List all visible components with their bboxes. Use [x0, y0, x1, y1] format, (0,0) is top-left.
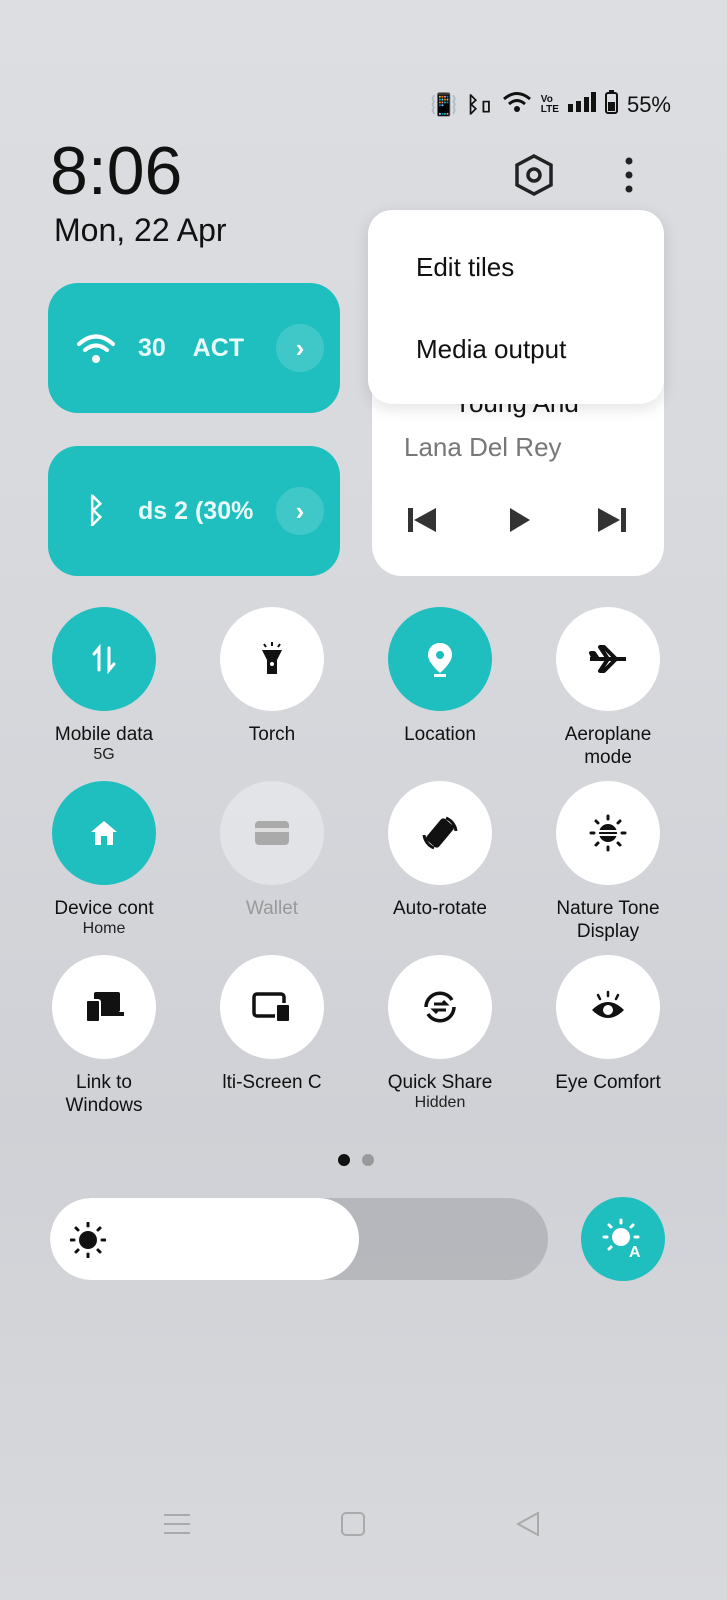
tile-home[interactable]: Device cont Home: [24, 781, 184, 938]
back-triangle-icon: [515, 1511, 539, 1537]
mobile-data-icon-button[interactable]: [52, 607, 156, 711]
tile-label: Eye Comfort: [555, 1072, 661, 1093]
multi-screen-icon-button[interactable]: [220, 955, 324, 1059]
tile-label: Link to Windows: [65, 1072, 143, 1116]
volte-icon: Vo LTE: [540, 94, 559, 115]
tile-label: lti-Screen C: [222, 1072, 322, 1093]
tile-auto-rotate[interactable]: Auto-rotate: [360, 781, 520, 920]
tile-mobile-data[interactable]: Mobile data 5G: [24, 607, 184, 764]
tile-sublabel: Hidden: [414, 1094, 466, 1111]
multi-screen-icon: [252, 992, 291, 1023]
signal-icon: [567, 92, 596, 118]
svg-text:A: A: [629, 1244, 641, 1261]
torch-icon-button[interactable]: [220, 607, 324, 711]
tile-label: Nature Tone Display: [556, 898, 660, 942]
battery-icon: [604, 90, 618, 120]
auto-brightness-button[interactable]: A: [581, 1197, 665, 1281]
previous-button[interactable]: [408, 506, 438, 539]
home-square-icon: [341, 1512, 365, 1536]
play-icon: [510, 508, 530, 532]
airplane-icon: [589, 645, 626, 673]
quick-share-icon: [424, 991, 456, 1023]
tile-quick-share[interactable]: Quick Share Hidden: [360, 955, 520, 1112]
tile-torch[interactable]: Torch: [192, 607, 352, 746]
wallet-icon: [255, 821, 289, 845]
recents-button[interactable]: [164, 1512, 190, 1541]
airplane-icon-button[interactable]: [556, 607, 660, 711]
skip-previous-icon: [408, 508, 436, 532]
overflow-menu: Edit tiles Media output: [368, 210, 664, 404]
auto-rotate-icon: [422, 816, 458, 850]
tile-label: Device cont: [54, 898, 154, 919]
home-icon: [91, 821, 117, 845]
mobile-data-icon: [92, 644, 116, 674]
tile-label: Wallet: [245, 898, 299, 919]
home-icon-button[interactable]: [52, 781, 156, 885]
bluetooth-icon: ᛒ▯: [466, 92, 493, 117]
wallet-icon-button[interactable]: [220, 781, 324, 885]
menu-item-media-output[interactable]: Media output: [416, 334, 566, 365]
page-indicator-2[interactable]: [362, 1154, 374, 1166]
quick-share-icon-button[interactable]: [388, 955, 492, 1059]
link-to-windows-icon: [85, 992, 124, 1023]
bluetooth-icon: ᛒ: [85, 491, 107, 530]
tile-label: Torch: [248, 724, 296, 745]
tile-wallet[interactable]: Wallet: [192, 781, 352, 920]
tile-nature-tone[interactable]: Nature Tone Display: [528, 781, 688, 943]
auto-rotate-icon-button[interactable]: [388, 781, 492, 885]
link-to-windows-icon-button[interactable]: [52, 955, 156, 1059]
gear-icon: [515, 154, 553, 196]
more-options-button[interactable]: [624, 157, 634, 198]
media-artist: Lana Del Rey: [404, 432, 562, 462]
nature-tone-icon: [589, 814, 627, 852]
bluetooth-details-button[interactable]: ›: [276, 487, 324, 535]
bluetooth-tile[interactable]: ᛒ ds 2 (30% ›: [48, 446, 340, 576]
tile-location[interactable]: Location: [360, 607, 520, 746]
location-icon: [428, 643, 452, 677]
eye-icon: [592, 990, 624, 1018]
eye-icon-button[interactable]: [556, 955, 660, 1059]
back-button[interactable]: [515, 1511, 540, 1541]
home-button[interactable]: [341, 1512, 365, 1541]
wifi-tile[interactable]: 30 ACT ›: [48, 283, 340, 413]
bluetooth-device-name: ds 2 (30%: [138, 496, 254, 525]
tile-sublabel: 5G: [93, 746, 115, 763]
wifi-icon: [77, 334, 115, 363]
clock[interactable]: 8:06: [50, 132, 182, 210]
settings-button[interactable]: [514, 154, 554, 201]
menu-item-edit-tiles[interactable]: Edit tiles: [416, 252, 514, 283]
tile-label: Mobile data: [54, 724, 154, 745]
next-button[interactable]: [598, 506, 628, 539]
tile-label: Aeroplane mode: [564, 724, 652, 768]
wifi-network-name: 30 ACT: [138, 333, 245, 362]
tile-multi-screen[interactable]: lti-Screen C: [192, 955, 352, 1094]
tile-airplane[interactable]: Aeroplane mode: [528, 607, 688, 769]
torch-icon: [262, 642, 282, 674]
nature-tone-icon-button[interactable]: [556, 781, 660, 885]
tile-link-to-windows[interactable]: Link to Windows: [24, 955, 184, 1117]
tile-label: Auto-rotate: [393, 898, 487, 919]
brightness-icon: [70, 1222, 106, 1258]
battery-percent: 55%: [626, 92, 671, 117]
menu-icon: [164, 1514, 190, 1534]
vibrate-icon: 📳: [429, 92, 458, 117]
auto-brightness-icon: A: [602, 1218, 641, 1261]
page-indicator-1[interactable]: [338, 1154, 350, 1166]
more-vert-icon: [625, 157, 633, 193]
play-button[interactable]: [508, 506, 532, 539]
skip-next-icon: [598, 508, 626, 532]
brightness-slider[interactable]: [50, 1198, 548, 1280]
date[interactable]: Mon, 22 Apr: [54, 212, 227, 249]
status-bar: 📳 ᛒ▯ Vo LTE 55%: [430, 90, 671, 120]
location-icon-button[interactable]: [388, 607, 492, 711]
wifi-icon: [502, 91, 532, 119]
tile-label: Location: [404, 724, 476, 745]
tile-eye[interactable]: Eye Comfort: [528, 955, 688, 1094]
wifi-details-button[interactable]: ›: [276, 324, 324, 372]
tile-sublabel: Home: [82, 920, 126, 937]
tile-label: Quick Share: [387, 1072, 493, 1093]
